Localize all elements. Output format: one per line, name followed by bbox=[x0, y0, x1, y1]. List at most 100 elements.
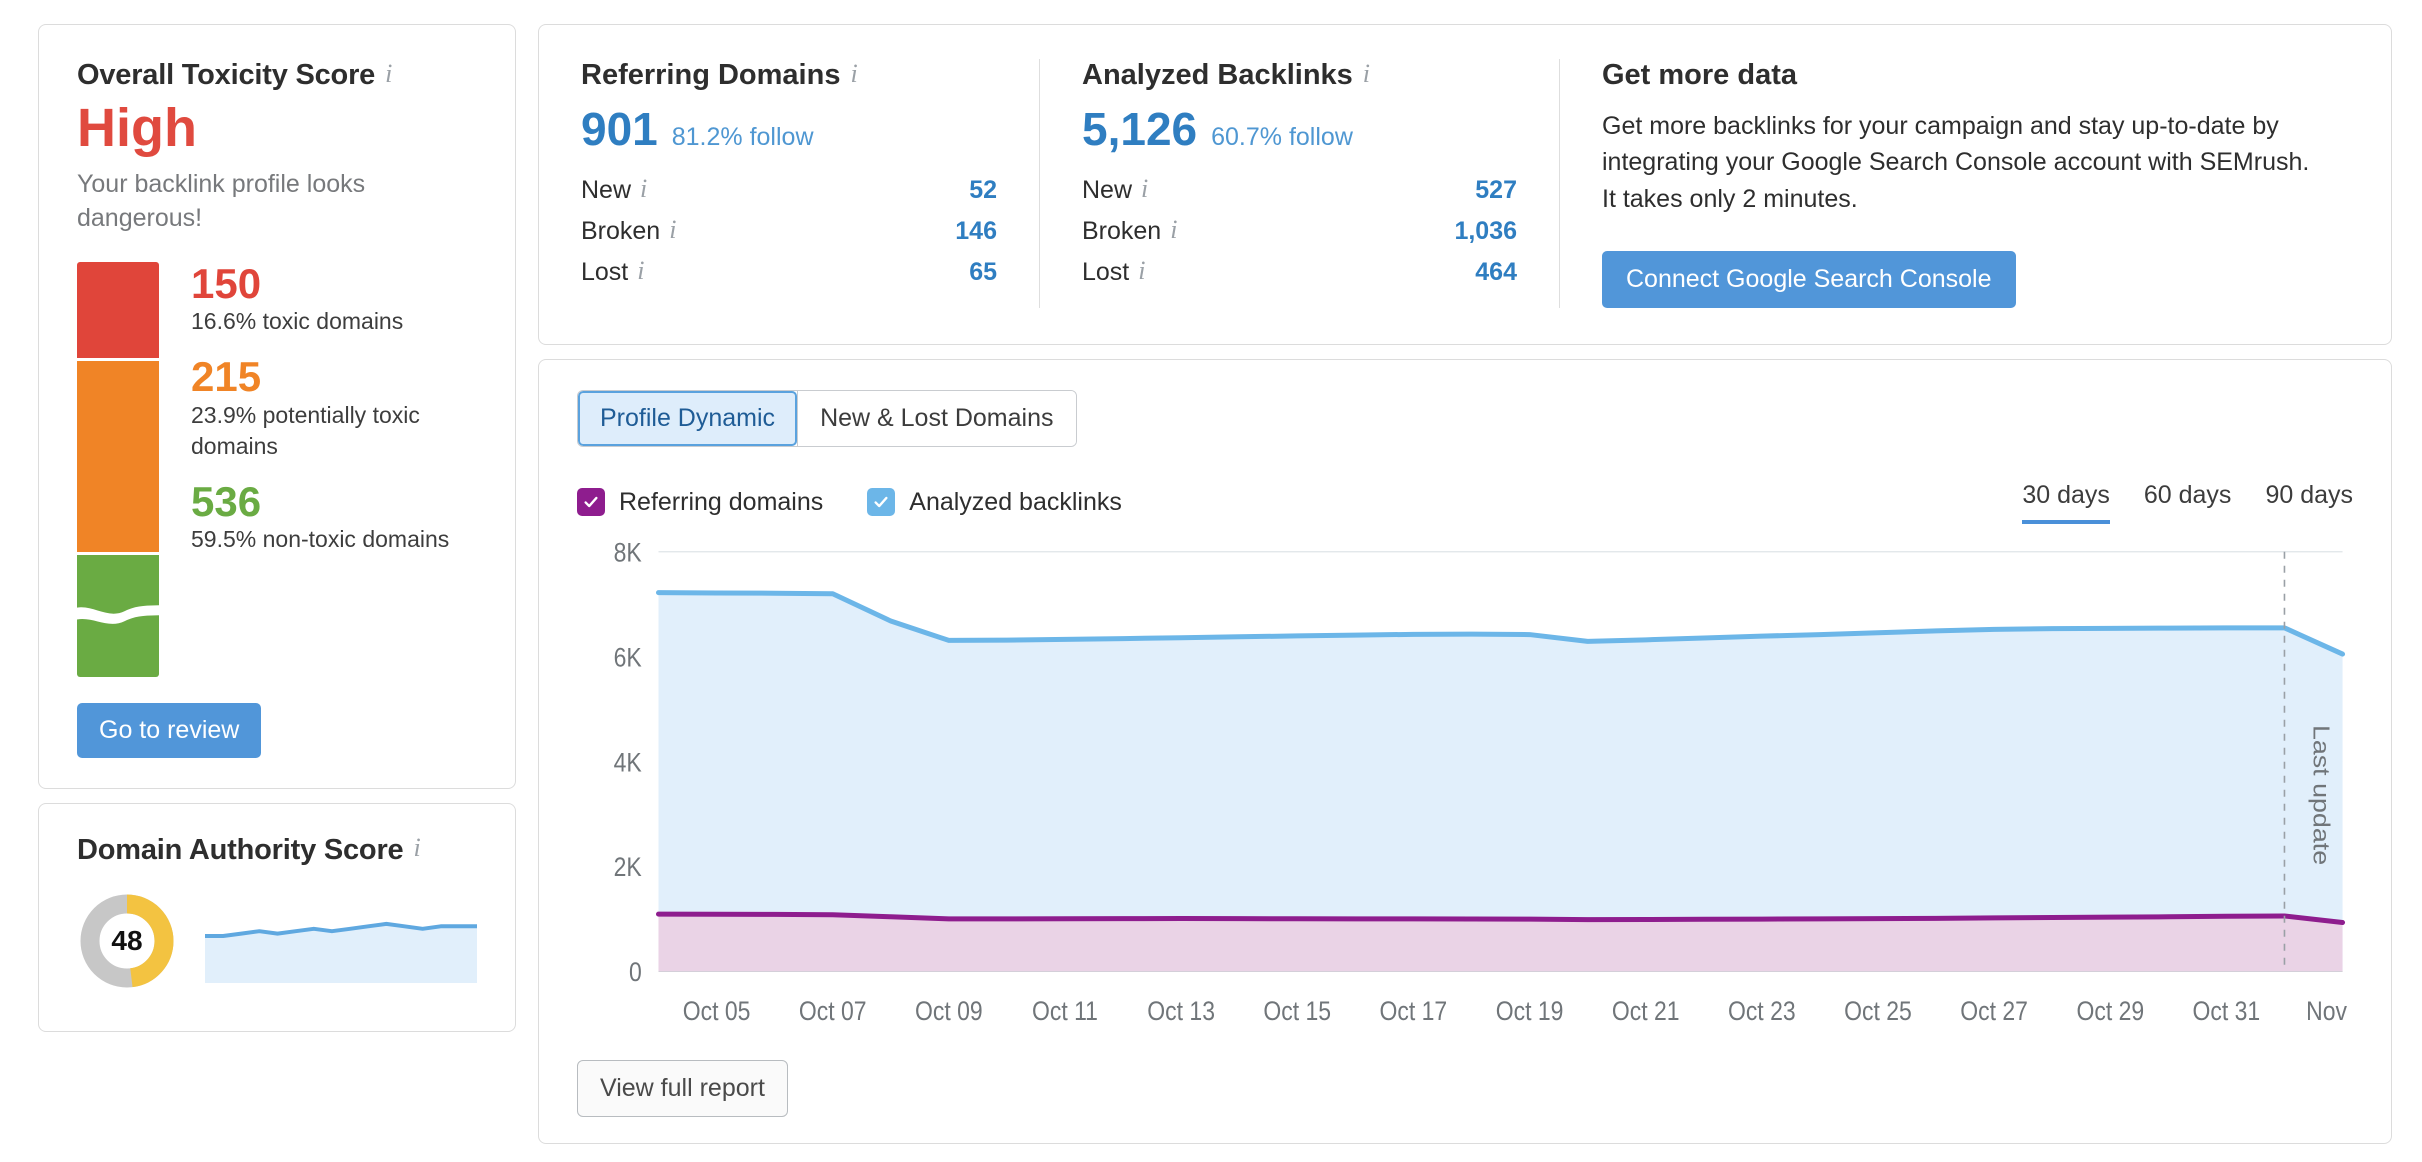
profile-dynamic-card: Profile Dynamic New & Lost Domains Refer… bbox=[538, 358, 2392, 1144]
svg-text:4K: 4K bbox=[614, 747, 642, 777]
svg-text:Nov 02: Nov 02 bbox=[2306, 996, 2353, 1026]
toxicity-stat-toxic: 150 16.6% toxic domains bbox=[191, 259, 477, 338]
legend-item-analyzed-backlinks[interactable]: Analyzed backlinks bbox=[867, 488, 1122, 517]
svg-text:Oct 21: Oct 21 bbox=[1612, 996, 1680, 1026]
svg-text:8K: 8K bbox=[614, 542, 642, 568]
svg-text:Last update: Last update bbox=[2308, 725, 2334, 865]
info-icon[interactable]: i bbox=[1170, 216, 1177, 243]
info-icon[interactable]: i bbox=[637, 257, 644, 284]
row-value: 464 bbox=[1475, 258, 1517, 286]
svg-text:Oct 27: Oct 27 bbox=[1960, 996, 2028, 1026]
connect-google-search-console-button[interactable]: Connect Google Search Console bbox=[1602, 250, 2016, 308]
toxic-count: 150 bbox=[191, 259, 262, 307]
svg-text:0: 0 bbox=[629, 957, 642, 987]
domain-authority-score-card: Domain Authority Score i 48 bbox=[38, 802, 516, 1032]
svg-text:Oct 19: Oct 19 bbox=[1496, 996, 1564, 1026]
info-icon[interactable]: i bbox=[413, 835, 420, 861]
referring-domains-title-text: Referring Domains bbox=[581, 59, 841, 91]
checkbox-referring-domains[interactable] bbox=[577, 488, 605, 517]
range-60-days[interactable]: 60 days bbox=[2144, 481, 2232, 524]
toxicity-title-text: Overall Toxicity Score bbox=[77, 59, 376, 91]
potentially-toxic-count: 215 bbox=[191, 353, 262, 401]
legend-item-referring-domains[interactable]: Referring domains bbox=[577, 488, 823, 517]
referring-domains-block: Referring Domains i 901 81.2% follow New… bbox=[539, 59, 1039, 308]
chart-tabs: Profile Dynamic New & Lost Domains bbox=[577, 389, 1077, 447]
toxicity-card-title: Overall Toxicity Score i bbox=[77, 59, 477, 92]
right-column: Referring Domains i 901 81.2% follow New… bbox=[538, 24, 2392, 1144]
referring-domains-total: 901 81.2% follow bbox=[581, 106, 997, 152]
svg-text:Oct 29: Oct 29 bbox=[2076, 996, 2144, 1026]
row-value: 146 bbox=[955, 217, 997, 245]
referring-domains-row-new: New i 52 bbox=[581, 170, 997, 211]
das-card-title: Domain Authority Score i bbox=[77, 834, 477, 867]
info-icon[interactable]: i bbox=[1141, 175, 1148, 202]
svg-text:6K: 6K bbox=[614, 643, 642, 673]
view-full-report-button[interactable]: View full report bbox=[577, 1060, 788, 1117]
toxicity-bar-segment-potentially-toxic bbox=[77, 360, 159, 552]
referring-domains-row-lost: Lost i 65 bbox=[581, 252, 997, 293]
row-label: Broken bbox=[581, 217, 661, 245]
svg-text:Oct 05: Oct 05 bbox=[683, 996, 751, 1026]
svg-text:Oct 17: Oct 17 bbox=[1380, 996, 1448, 1026]
referring-domains-row-broken: Broken i 146 bbox=[581, 211, 997, 252]
toxicity-bar-segment-toxic bbox=[77, 261, 159, 358]
analyzed-backlinks-title-text: Analyzed Backlinks bbox=[1082, 59, 1353, 91]
overall-toxicity-score-card: Overall Toxicity Score i High Your backl… bbox=[38, 24, 516, 789]
das-donut-chart: 48 bbox=[77, 891, 177, 991]
row-label: New bbox=[581, 176, 632, 204]
get-more-data-block: Get more data Get more backlinks for you… bbox=[1559, 59, 2391, 308]
das-title-text: Domain Authority Score bbox=[77, 833, 404, 866]
svg-text:2K: 2K bbox=[614, 852, 642, 882]
analyzed-backlinks-title: Analyzed Backlinks i bbox=[1082, 59, 1517, 92]
range-30-days[interactable]: 30 days bbox=[2022, 481, 2110, 524]
svg-text:Oct 09: Oct 09 bbox=[915, 996, 983, 1026]
toxicity-stats-list: 150 16.6% toxic domains 215 23.9% potent… bbox=[159, 259, 477, 677]
row-label: Broken bbox=[1082, 217, 1162, 245]
svg-text:Oct 11: Oct 11 bbox=[1032, 996, 1098, 1026]
go-to-review-button[interactable]: Go to review bbox=[77, 702, 262, 758]
info-icon[interactable]: i bbox=[385, 60, 392, 87]
referring-domains-title: Referring Domains i bbox=[581, 59, 997, 92]
info-icon[interactable]: i bbox=[850, 60, 857, 87]
get-more-data-title: Get more data bbox=[1602, 59, 1797, 91]
analyzed-backlinks-count: 5,126 bbox=[1082, 103, 1198, 155]
info-icon[interactable]: i bbox=[669, 216, 676, 243]
tab-new-and-lost-domains[interactable]: New & Lost Domains bbox=[797, 390, 1076, 446]
row-label: New bbox=[1082, 176, 1133, 204]
toxicity-stacked-bar bbox=[77, 261, 159, 677]
area-chart-svg: 0 2K 4K 6K 8K Last update Oct 05 Oct 07 Oct 09 Oc… bbox=[614, 542, 2353, 1027]
analyzed-backlinks-block: Analyzed Backlinks i 5,126 60.7% follow … bbox=[1039, 59, 1559, 308]
potentially-toxic-label: 23.9% potentially toxic domains bbox=[191, 401, 420, 459]
das-sparkline bbox=[205, 899, 477, 983]
row-value: 527 bbox=[1475, 176, 1517, 204]
row-value: 52 bbox=[969, 176, 997, 204]
legend-label-referring-domains: Referring domains bbox=[619, 487, 824, 516]
referring-domains-follow: 81.2% follow bbox=[671, 123, 814, 151]
info-icon[interactable]: i bbox=[1138, 257, 1145, 284]
backlink-audit-overview: Overall Toxicity Score i High Your backl… bbox=[0, 0, 2422, 1162]
analyzed-backlinks-total: 5,126 60.7% follow bbox=[1082, 106, 1517, 152]
info-icon[interactable]: i bbox=[1363, 60, 1370, 87]
area-chart: 0 2K 4K 6K 8K Last update Oct 05 Oct 07 Oct 09 Oc… bbox=[577, 542, 2353, 1054]
toxicity-stat-potentially-toxic: 215 23.9% potentially toxic domains bbox=[191, 355, 477, 462]
range-90-days[interactable]: 90 days bbox=[2265, 481, 2353, 524]
tab-profile-dynamic[interactable]: Profile Dynamic bbox=[578, 390, 798, 446]
non-toxic-count: 536 bbox=[191, 477, 262, 525]
checkbox-analyzed-backlinks[interactable] bbox=[867, 488, 896, 517]
toxicity-stat-non-toxic: 536 59.5% non-toxic domains bbox=[191, 477, 477, 556]
metrics-summary-card: Referring Domains i 901 81.2% follow New… bbox=[538, 24, 2392, 345]
svg-text:Oct 07: Oct 07 bbox=[799, 996, 867, 1026]
referring-domains-count: 901 bbox=[581, 103, 658, 155]
check-icon bbox=[584, 497, 598, 508]
row-label: Lost bbox=[1082, 258, 1130, 286]
info-icon[interactable]: i bbox=[640, 175, 647, 202]
legend-label-analyzed-backlinks: Analyzed backlinks bbox=[909, 487, 1122, 516]
left-column: Overall Toxicity Score i High Your backl… bbox=[38, 24, 516, 1144]
get-more-data-body: Get more backlinks for your campaign and… bbox=[1602, 112, 2310, 213]
svg-text:Oct 15: Oct 15 bbox=[1263, 996, 1331, 1026]
toxicity-bar-segment-non-toxic bbox=[77, 554, 159, 677]
toxic-label: 16.6% toxic domains bbox=[191, 308, 404, 335]
toxicity-level: High bbox=[77, 98, 197, 158]
check-icon bbox=[874, 497, 888, 508]
das-body: 48 bbox=[77, 891, 477, 991]
